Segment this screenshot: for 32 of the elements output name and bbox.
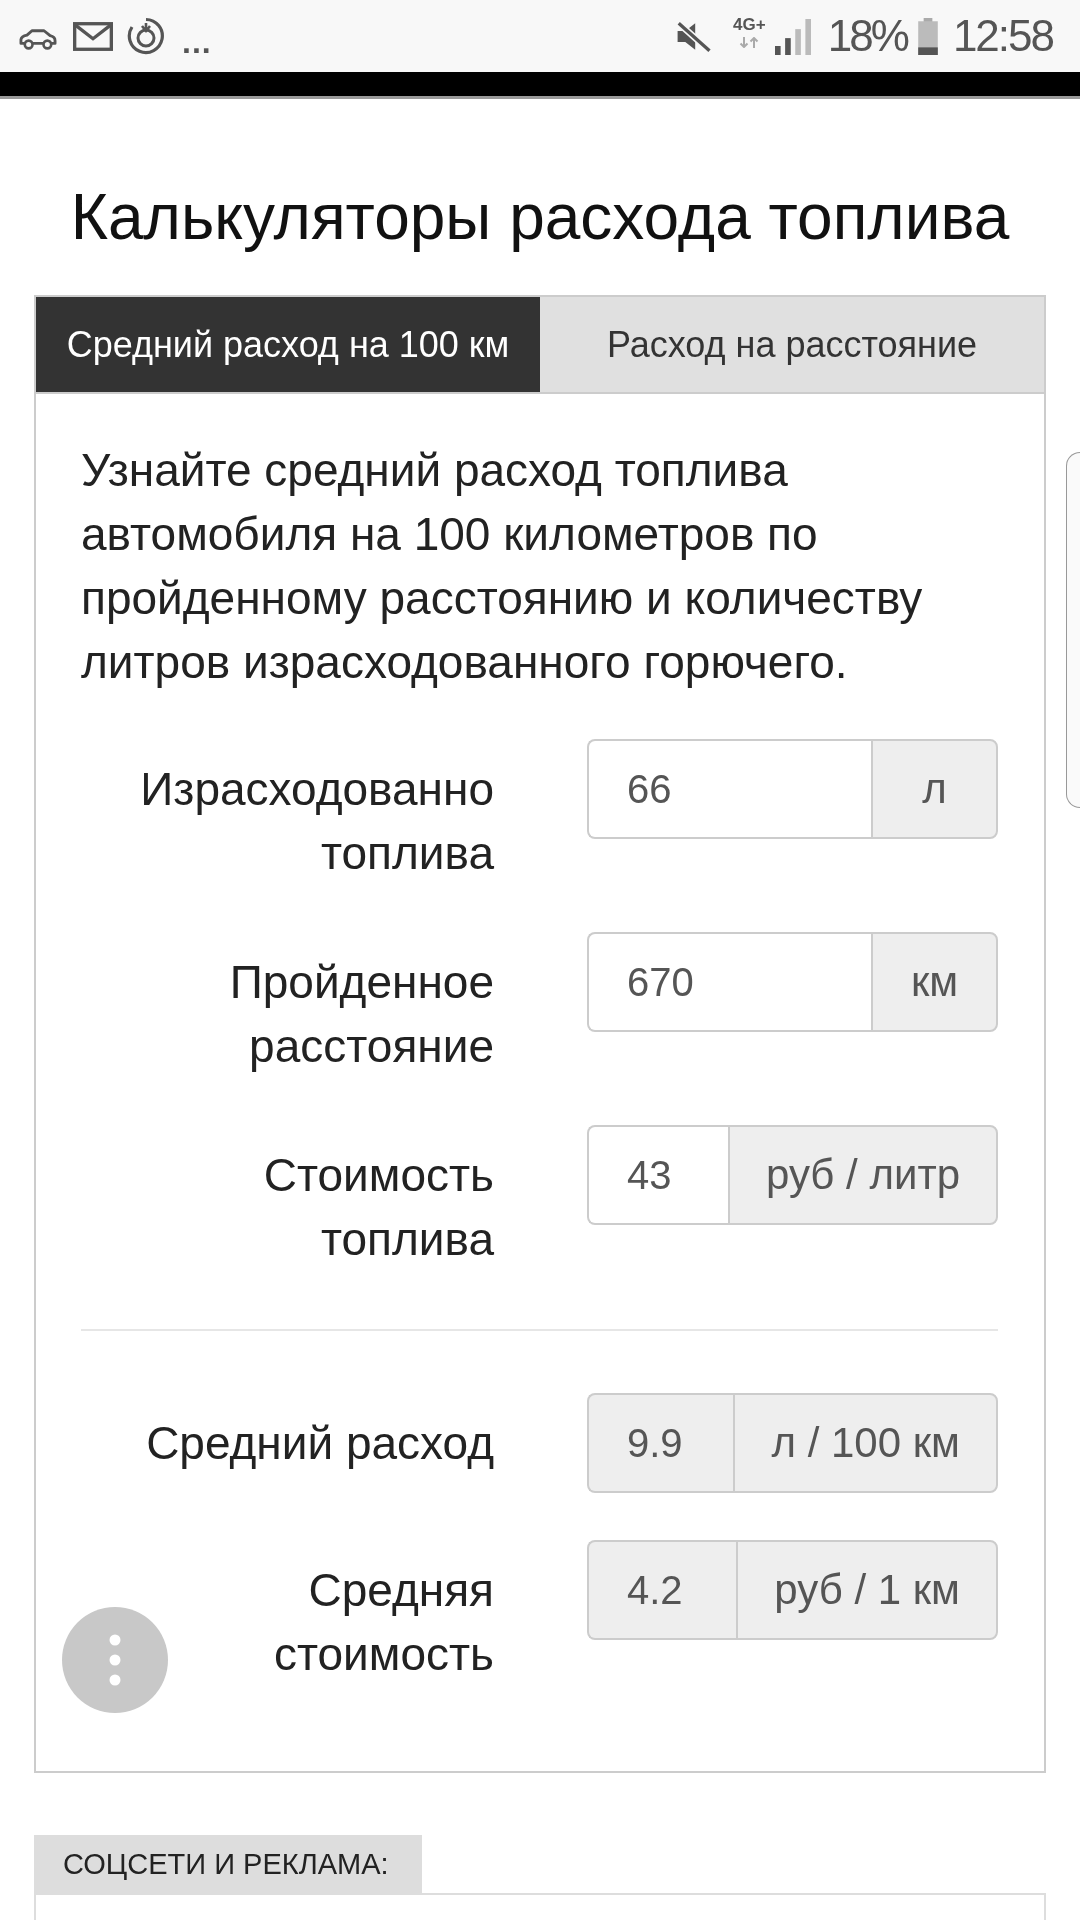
circle-arrow-icon bbox=[127, 17, 165, 55]
unit-label: км bbox=[871, 932, 998, 1032]
signal-icon bbox=[774, 19, 811, 55]
data-arrows-icon bbox=[739, 37, 760, 48]
input-field[interactable]: 43 bbox=[587, 1125, 728, 1225]
page-title: Калькуляторы расхода топлива bbox=[69, 182, 1011, 252]
field-label: Средний расход bbox=[145, 1416, 494, 1471]
more-icon bbox=[109, 1634, 121, 1686]
more-notifications-indicator: ... bbox=[182, 27, 212, 57]
tab[interactable]: Расход на расстояние bbox=[540, 297, 1044, 392]
field-label: Израсходованно топлива bbox=[139, 762, 494, 881]
input-field[interactable]: 670 bbox=[587, 932, 871, 1032]
field-label: Стоимость топлива bbox=[262, 1148, 494, 1267]
tab[interactable]: Средний расход на 100 км bbox=[36, 297, 540, 392]
field-label: Пройденное расстояние bbox=[228, 955, 494, 1074]
unit-label: л / 100 км bbox=[733, 1393, 998, 1493]
network-type: 4G+ bbox=[733, 16, 766, 34]
clock: 12:58 bbox=[952, 12, 1053, 60]
unit-label: руб / 1 км bbox=[736, 1540, 998, 1640]
result-field: 9.9 bbox=[587, 1393, 734, 1493]
result-field: 4.2 bbox=[587, 1540, 737, 1640]
battery-percent: 18% bbox=[827, 12, 907, 60]
edge-panel-handle[interactable] bbox=[1066, 452, 1080, 808]
unit-label: руб / литр bbox=[728, 1125, 998, 1225]
description-text: Узнайте средний расход топлива автомобиля на 100 километров по пройденному расстоянию и количеству литров израсходованного горючего. bbox=[81, 443, 924, 690]
section-header: СОЦСЕТИ И РЕКЛАМА: bbox=[34, 1835, 422, 1893]
battery-icon bbox=[916, 17, 939, 55]
unit-label: л bbox=[871, 739, 998, 839]
input-field[interactable]: 66 bbox=[587, 739, 871, 839]
mail-icon bbox=[73, 21, 113, 51]
field-label: Средняя стоимость bbox=[272, 1563, 494, 1682]
car-icon bbox=[18, 28, 58, 50]
